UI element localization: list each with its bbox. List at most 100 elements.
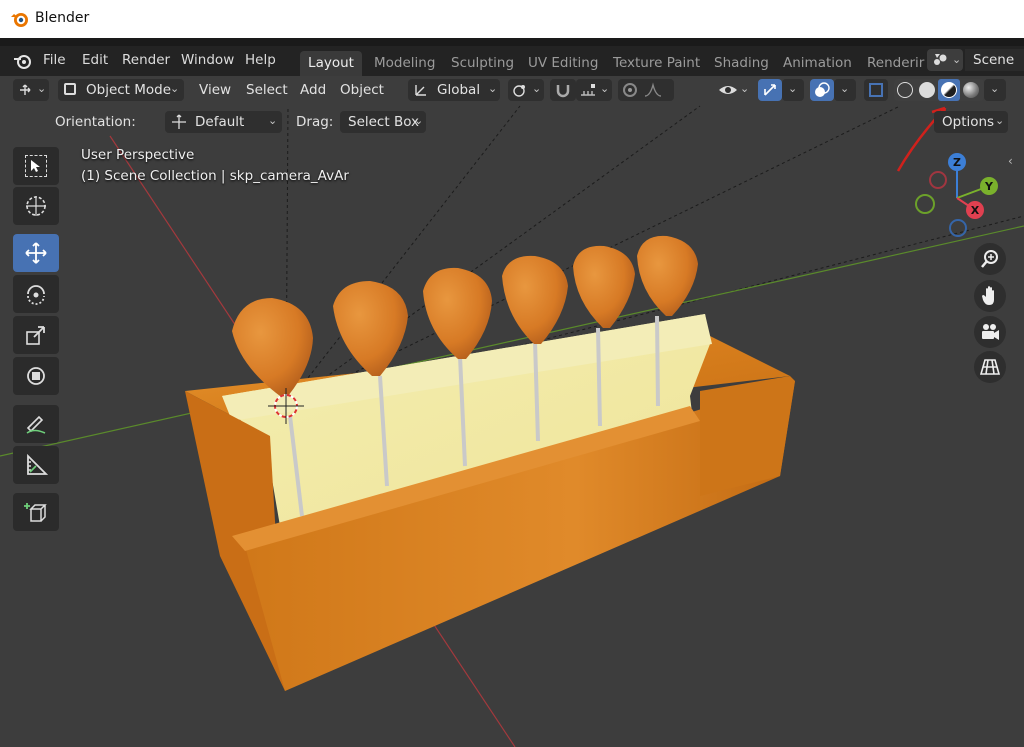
magnet-icon	[556, 85, 570, 98]
editor-type-selector[interactable]: ⌄	[13, 79, 49, 101]
tab-modeling[interactable]: Modeling	[374, 51, 435, 76]
zoom-icon	[981, 250, 998, 268]
sidebar-toggle-icon[interactable]: ‹	[1008, 154, 1013, 168]
wireframe-shading-icon[interactable]	[897, 82, 913, 98]
gizmo-icon	[764, 84, 776, 96]
scene-icon	[934, 54, 947, 65]
tab-rendering[interactable]: Renderir	[867, 51, 924, 76]
menu-view[interactable]: View	[199, 79, 231, 101]
snap-toggle[interactable]	[550, 79, 576, 101]
camera-view-button[interactable]	[974, 316, 1006, 348]
menu-object[interactable]: Object	[340, 79, 384, 101]
tool-add-cube[interactable]	[13, 493, 59, 531]
chevron-down-icon: ⌄	[488, 82, 498, 95]
gizmo-z-label: Z	[953, 156, 961, 169]
tab-texture-paint[interactable]: Texture Paint	[613, 51, 700, 76]
chevron-down-icon: ⌄	[532, 82, 542, 95]
zoom-button[interactable]	[974, 243, 1006, 275]
options-dropdown[interactable]: Options ⌄	[934, 111, 1008, 133]
blender-logo-icon	[11, 13, 28, 27]
add-cube-icon	[24, 503, 47, 522]
gizmo-y-label: Y	[984, 180, 994, 193]
gizmo-dropdown[interactable]: ⌄	[782, 79, 804, 101]
menu-render[interactable]: Render	[122, 52, 170, 68]
chevron-down-icon: ⌄	[37, 82, 47, 95]
tool-annotate[interactable]	[13, 405, 59, 443]
hand-icon	[982, 286, 994, 305]
measure-tool-icon	[27, 453, 48, 475]
menu-file[interactable]: File	[43, 52, 66, 68]
overlays-toggle[interactable]	[810, 79, 834, 101]
viewport-collection-label: (1) Scene Collection | skp_camera_AvAr	[81, 168, 349, 184]
tab-sculpting[interactable]: Sculpting	[451, 51, 514, 76]
orientation-value: Global	[437, 82, 481, 98]
select-box-icon	[25, 155, 47, 177]
tab-uv-editing[interactable]: UV Editing	[528, 51, 598, 76]
scene-selector[interactable]: ⌄	[927, 49, 963, 71]
3d-viewport[interactable]: ⌄ Object Mode ⌄ View Select Add Object G…	[0, 76, 1024, 747]
window-titlebar: Blender	[0, 0, 1024, 38]
transform-orientation-selector[interactable]: Global ⌄	[408, 79, 500, 101]
tab-animation[interactable]: Animation	[783, 51, 852, 76]
proportional-editing-icon	[623, 83, 637, 97]
orientation-label: Orientation:	[55, 114, 136, 130]
material-preview-button[interactable]	[938, 79, 960, 101]
snap-increment-icon	[581, 84, 595, 96]
chevron-down-icon: ⌄	[952, 53, 962, 66]
overlays-dropdown[interactable]: ⌄	[834, 79, 856, 101]
pan-button[interactable]	[974, 280, 1006, 312]
tool-scale[interactable]	[13, 316, 59, 354]
orientation-dropdown[interactable]: Default ⌄	[165, 111, 282, 133]
transform-tool-icon	[27, 367, 45, 385]
gizmo-toggle[interactable]	[758, 79, 782, 101]
scene-name-field[interactable]: Scene	[965, 49, 1024, 71]
shading-dropdown[interactable]: ⌄	[984, 79, 1006, 101]
menu-add[interactable]: Add	[300, 79, 326, 101]
navigation-gizmo[interactable]: Z Y X	[905, 146, 1005, 246]
rendered-shading-icon[interactable]	[963, 82, 979, 98]
menu-window[interactable]: Window	[181, 52, 234, 68]
chevron-down-icon: ⌄	[995, 114, 1005, 127]
chevron-down-icon: ⌄	[414, 114, 424, 127]
visibility-selector[interactable]: ⌄	[716, 79, 752, 101]
drag-label: Drag:	[296, 114, 334, 130]
viewport-perspective-label: User Perspective	[81, 147, 195, 163]
solid-shading-icon[interactable]	[919, 82, 935, 98]
object-mode-icon	[64, 83, 76, 95]
orientation-dropdown-value: Default	[195, 114, 245, 130]
xray-toggle[interactable]	[864, 79, 888, 101]
chevron-down-icon: ⌄	[170, 82, 180, 95]
drag-dropdown[interactable]: Select Box ⌄	[340, 111, 426, 133]
tool-transform[interactable]	[13, 357, 59, 395]
blender-menu-icon[interactable]	[13, 52, 33, 70]
xray-icon	[869, 83, 883, 97]
eye-icon	[719, 86, 737, 94]
snap-target-selector[interactable]: ⌄	[576, 79, 612, 101]
tool-move[interactable]	[13, 234, 59, 272]
shading-modes	[894, 79, 984, 101]
chevron-down-icon: ⌄	[600, 82, 610, 95]
camera-icon	[982, 324, 999, 340]
scale-tool-icon	[26, 326, 45, 345]
tab-shading[interactable]: Shading	[714, 51, 769, 76]
pivot-point-selector[interactable]: ⌄	[508, 79, 544, 101]
tool-rotate[interactable]	[13, 275, 59, 313]
move-tool-icon	[25, 242, 47, 264]
tool-cursor[interactable]	[13, 187, 59, 225]
proportional-editing[interactable]	[618, 79, 674, 101]
ortho-toggle-button[interactable]	[974, 351, 1006, 383]
tool-measure[interactable]	[13, 446, 59, 484]
grid-icon	[980, 359, 1000, 375]
chevron-down-icon: ⌄	[740, 82, 750, 95]
falloff-icon	[644, 82, 662, 97]
mode-selector[interactable]: Object Mode ⌄	[58, 79, 184, 101]
tab-layout[interactable]: Layout	[300, 51, 362, 76]
chevron-down-icon: ⌄	[268, 114, 278, 127]
tool-select-box[interactable]	[13, 147, 59, 185]
menu-edit[interactable]: Edit	[82, 52, 108, 68]
gizmo-x-label: X	[971, 204, 980, 217]
menu-select[interactable]: Select	[246, 79, 288, 101]
mode-label: Object Mode	[86, 82, 172, 98]
overlays-icon	[815, 82, 830, 97]
menu-help[interactable]: Help	[245, 52, 276, 68]
